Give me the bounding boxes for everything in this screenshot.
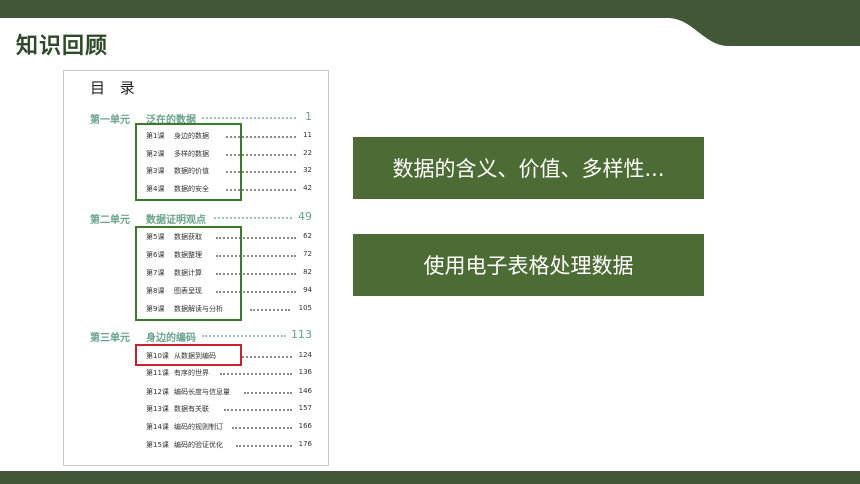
toc-page-image: 目 录 第一单元 泛在的数据 1 第1课 身边的数据 11 第2课 多样的数据 …	[63, 70, 329, 466]
lesson-page: 176	[298, 440, 312, 448]
lesson-page: 11	[303, 131, 312, 139]
lesson-row-15: 第15课 编码的验证优化 176	[146, 437, 312, 451]
lesson-page: 62	[303, 232, 312, 240]
lesson-label: 第14课	[146, 423, 169, 431]
lesson-title: 编码长度与信息量	[174, 388, 230, 396]
top-decorative-band	[0, 0, 860, 46]
unit-label: 第一单元	[90, 115, 130, 126]
unit-label: 第三单元	[90, 333, 130, 344]
callout-text: 数据的含义、价值、多样性...	[392, 157, 665, 181]
lesson-label: 第11课	[146, 369, 169, 377]
lesson-label: 第15课	[146, 441, 169, 449]
highlight-box-lesson10	[135, 344, 242, 366]
unit-title: 数据证明观点	[146, 215, 206, 226]
leader-dots	[214, 217, 292, 219]
toc-heading: 目 录	[90, 79, 140, 97]
leader-dots	[220, 373, 292, 375]
lesson-page: 82	[303, 268, 312, 276]
leader-dots	[232, 427, 292, 429]
lesson-title: 数据有关联	[174, 405, 209, 413]
lesson-page: 166	[298, 422, 312, 430]
leader-dots	[242, 356, 292, 358]
lesson-label: 第13课	[146, 405, 169, 413]
leader-dots	[202, 335, 286, 337]
lesson-page: 124	[298, 351, 312, 359]
lesson-title: 有序的世界	[174, 369, 209, 377]
callout-text: 使用电子表格处理数据	[423, 254, 634, 278]
lesson-page: 146	[298, 387, 312, 395]
lesson-page: 157	[298, 404, 312, 412]
lesson-row-14: 第14课 编码的规则制订 166	[146, 419, 312, 433]
unit-page: 113	[291, 328, 312, 341]
unit-page: 49	[298, 210, 312, 223]
lesson-row-11: 第11课 有序的世界 136	[146, 365, 312, 379]
lesson-page: 136	[298, 368, 312, 376]
leader-dots	[244, 392, 292, 394]
lesson-page: 105	[298, 304, 312, 312]
leader-dots	[236, 445, 292, 447]
lesson-label: 第12课	[146, 388, 169, 396]
lesson-page: 94	[303, 286, 312, 294]
lesson-page: 32	[303, 166, 312, 174]
lesson-page: 42	[303, 184, 312, 192]
callout-box-1: 数据的含义、价值、多样性...	[353, 137, 704, 199]
lesson-row-13: 第13课 数据有关联 157	[146, 401, 312, 415]
lesson-title: 编码的验证优化	[174, 441, 223, 449]
highlight-box-unit2	[135, 226, 242, 321]
leader-dots	[224, 409, 292, 411]
lesson-page: 22	[303, 149, 312, 157]
bottom-decorative-band	[0, 471, 860, 484]
unit-label: 第二单元	[90, 215, 130, 226]
unit-page: 1	[305, 110, 312, 123]
leader-dots	[250, 309, 290, 311]
lesson-row-12: 第12课 编码长度与信息量 146	[146, 384, 312, 398]
lesson-page: 72	[303, 250, 312, 258]
callout-box-2: 使用电子表格处理数据	[353, 234, 704, 296]
highlight-box-unit1	[135, 123, 242, 201]
leader-dots	[202, 117, 296, 119]
unit-row-3: 第三单元 身边的编码 113	[90, 327, 312, 344]
slide-title: 知识回顾	[16, 34, 109, 59]
unit-row-2: 第二单元 数据证明观点 49	[90, 209, 312, 226]
unit-title: 身边的编码	[146, 333, 196, 344]
lesson-title: 编码的规则制订	[174, 423, 223, 431]
